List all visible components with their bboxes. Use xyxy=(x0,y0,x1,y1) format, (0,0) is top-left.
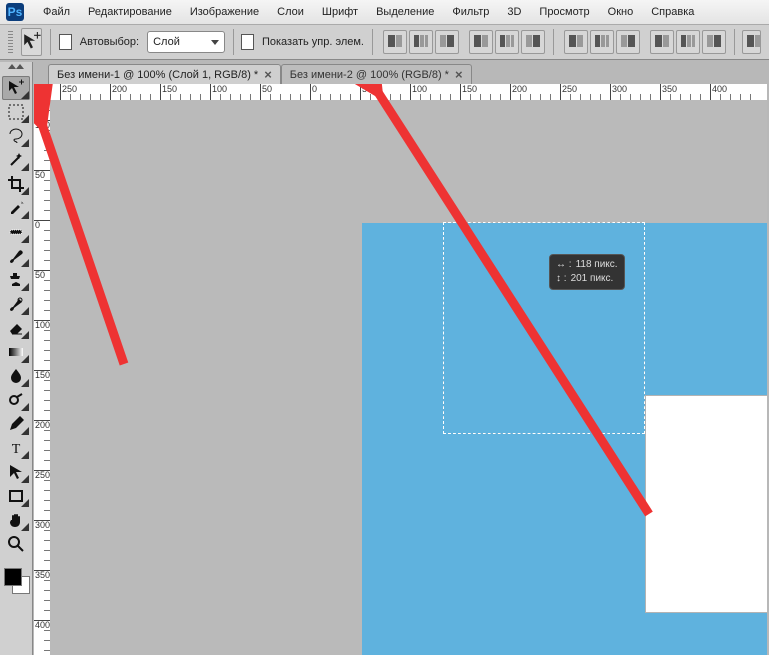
document-tabs: Без имени-1 @ 100% (Слой 1, RGB/8) * × Б… xyxy=(34,62,767,85)
lasso-tool[interactable] xyxy=(2,124,30,148)
eraser-tool[interactable] xyxy=(2,316,30,340)
menu-select[interactable]: Выделение xyxy=(367,2,443,22)
auto-align-icon[interactable] xyxy=(742,30,761,54)
distribute-h-icon[interactable] xyxy=(676,30,700,54)
menu-3d[interactable]: 3D xyxy=(498,2,530,22)
toolbox-collapse-icon[interactable] xyxy=(8,64,24,74)
zoom-tool[interactable] xyxy=(2,532,30,556)
clone-stamp-tool[interactable] xyxy=(2,268,30,292)
canvas-stage[interactable]: 25020015010050050100150200250300350400 1… xyxy=(34,84,767,655)
distribute-group-2 xyxy=(650,30,726,54)
autoselect-checkbox[interactable] xyxy=(59,34,72,50)
svg-text:T: T xyxy=(12,442,21,457)
ruler-origin-icon[interactable] xyxy=(34,84,51,101)
spot-heal-tool[interactable] xyxy=(2,220,30,244)
menu-layers[interactable]: Слои xyxy=(268,2,313,22)
distribute-left-icon[interactable] xyxy=(650,30,674,54)
distribute-bottom-icon[interactable] xyxy=(616,30,640,54)
close-icon[interactable]: × xyxy=(455,70,463,80)
gradient-tool[interactable] xyxy=(2,340,30,364)
options-bar: Автовыбор: Слой Показать упр. элем. xyxy=(0,25,769,60)
autoselect-dropdown[interactable]: Слой xyxy=(147,31,224,53)
show-controls-checkbox[interactable] xyxy=(241,34,254,50)
menu-help[interactable]: Справка xyxy=(642,2,703,22)
document-tab-2[interactable]: Без имени-2 @ 100% (RGB/8) * × xyxy=(281,64,472,85)
menu-bar: Ps Файл Редактирование Изображение Слои … xyxy=(0,0,769,25)
close-icon[interactable]: × xyxy=(264,70,272,80)
separator xyxy=(734,29,735,55)
tab-label: Без имени-1 @ 100% (Слой 1, RGB/8) * xyxy=(57,69,258,81)
distribute-v-icon[interactable] xyxy=(590,30,614,54)
current-tool-icon[interactable] xyxy=(21,28,43,56)
eyedropper-tool[interactable] xyxy=(2,196,30,220)
color-swatches[interactable] xyxy=(2,566,30,594)
move-tool[interactable] xyxy=(2,76,30,100)
menu-edit[interactable]: Редактирование xyxy=(79,2,181,22)
history-brush-tool[interactable] xyxy=(2,292,30,316)
align-bottom-icon[interactable] xyxy=(435,30,459,54)
align-vmiddle-icon[interactable] xyxy=(409,30,433,54)
align-right-icon[interactable] xyxy=(521,30,545,54)
menu-filter[interactable]: Фильтр xyxy=(443,2,498,22)
brush-tool[interactable] xyxy=(2,244,30,268)
align-left-icon[interactable] xyxy=(469,30,493,54)
app-logo-icon: Ps xyxy=(6,3,24,21)
separator xyxy=(553,29,554,55)
hand-tool[interactable] xyxy=(2,508,30,532)
dodge-tool[interactable] xyxy=(2,388,30,412)
distribute-right-icon[interactable] xyxy=(702,30,726,54)
menu-view[interactable]: Просмотр xyxy=(530,2,598,22)
align-group-2 xyxy=(469,30,545,54)
separator xyxy=(233,29,234,55)
autoselect-label: Автовыбор: xyxy=(80,36,139,48)
path-select-tool[interactable] xyxy=(2,460,30,484)
crop-tool[interactable] xyxy=(2,172,30,196)
align-group xyxy=(383,30,459,54)
grip-icon[interactable] xyxy=(8,31,13,53)
toolbox: T xyxy=(0,62,33,655)
layer-white-rect[interactable] xyxy=(645,395,767,613)
ruler-horizontal[interactable]: 25020015010050050100150200250300350400 xyxy=(50,84,767,101)
distribute-group xyxy=(564,30,640,54)
foreground-color-swatch[interactable] xyxy=(4,568,22,586)
pen-tool[interactable] xyxy=(2,412,30,436)
separator xyxy=(372,29,373,55)
marquee-tool[interactable] xyxy=(2,100,30,124)
tab-label: Без имени-2 @ 100% (RGB/8) * xyxy=(290,69,449,81)
canvas-viewport[interactable]: ↔ :118 пикс. ↕ :201 пикс. xyxy=(50,100,767,655)
menu-file[interactable]: Файл xyxy=(34,2,79,22)
blur-tool[interactable] xyxy=(2,364,30,388)
smart-guide-tooltip: ↔ :118 пикс. ↕ :201 пикс. xyxy=(549,254,625,290)
menu-image[interactable]: Изображение xyxy=(181,2,268,22)
ruler-vertical[interactable]: 15010050050100150200250300350400450500 xyxy=(34,100,51,655)
menu-window[interactable]: Окно xyxy=(599,2,643,22)
align-top-icon[interactable] xyxy=(383,30,407,54)
show-controls-label: Показать упр. элем. xyxy=(262,36,364,48)
type-tool[interactable]: T xyxy=(2,436,30,460)
menu-type[interactable]: Шрифт xyxy=(313,2,367,22)
align-hcenter-icon[interactable] xyxy=(495,30,519,54)
distribute-top-icon[interactable] xyxy=(564,30,588,54)
document-tab-1[interactable]: Без имени-1 @ 100% (Слой 1, RGB/8) * × xyxy=(48,64,281,85)
separator xyxy=(50,29,51,55)
magic-wand-tool[interactable] xyxy=(2,148,30,172)
shape-tool[interactable] xyxy=(2,484,30,508)
document-area: Без имени-1 @ 100% (Слой 1, RGB/8) * × Б… xyxy=(34,62,767,655)
